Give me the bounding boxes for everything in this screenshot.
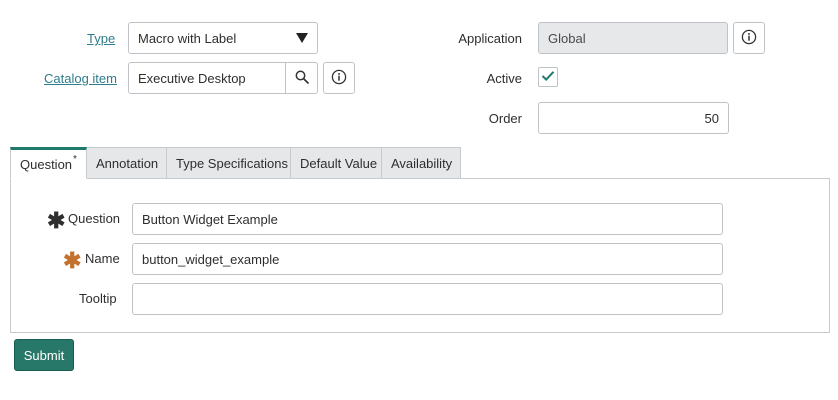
tab-type-specifications[interactable]: Type Specifications — [167, 147, 291, 179]
question-tab-panel: ✱ Question Button Widget Example ✱ Name … — [10, 178, 830, 333]
catalog-item-value: Executive Desktop — [138, 70, 246, 86]
tab-default-value[interactable]: Default Value — [291, 147, 382, 179]
order-label: Order — [488, 111, 522, 126]
tab-question[interactable]: Question * — [10, 147, 87, 179]
application-field: Global — [538, 22, 728, 54]
checkmark-icon — [541, 70, 555, 85]
caret-down-icon — [296, 31, 308, 46]
form-tabs: Question * Annotation Type Specification… — [10, 147, 461, 179]
tab-type-specifications-label: Type Specifications — [176, 155, 289, 171]
catalog-item-input[interactable]: Executive Desktop — [128, 62, 286, 94]
type-select-value: Macro with Label — [138, 30, 237, 46]
required-asterisk-icon: ✱ — [47, 208, 66, 233]
type-select[interactable]: Macro with Label — [128, 22, 318, 54]
tooltip-label: Tooltip — [79, 291, 117, 306]
tab-annotation[interactable]: Annotation — [87, 147, 167, 179]
tab-default-value-label: Default Value — [300, 155, 378, 171]
order-input[interactable]: 50 — [538, 102, 729, 134]
application-label: Application — [458, 31, 522, 46]
name-label: Name — [85, 251, 120, 266]
question-input-value: Button Widget Example — [142, 211, 278, 227]
name-input-value: button_widget_example — [142, 251, 280, 267]
tab-required-mark: * — [73, 153, 77, 165]
catalog-search-button[interactable] — [285, 62, 318, 94]
search-icon — [295, 70, 309, 87]
tab-availability[interactable]: Availability — [382, 147, 461, 179]
required-asterisk-icon: ✱ — [63, 248, 82, 273]
tab-availability-label: Availability — [391, 155, 453, 171]
active-label: Active — [486, 71, 522, 86]
application-value: Global — [548, 30, 586, 46]
application-info-button[interactable] — [733, 22, 765, 54]
order-value: 50 — [704, 110, 719, 126]
tab-annotation-label: Annotation — [96, 155, 159, 171]
info-icon — [741, 29, 757, 48]
type-label[interactable]: Type — [87, 31, 115, 46]
catalog-info-button[interactable] — [323, 62, 355, 94]
catalog-item-label[interactable]: Catalog item — [44, 71, 117, 86]
info-icon — [331, 69, 347, 88]
tab-question-label: Question — [20, 156, 73, 172]
question-label: Question — [68, 211, 121, 226]
tooltip-input[interactable] — [132, 283, 723, 315]
question-input[interactable]: Button Widget Example — [132, 203, 723, 235]
active-checkbox[interactable] — [538, 67, 558, 87]
name-input[interactable]: button_widget_example — [132, 243, 723, 275]
submit-button[interactable]: Submit — [14, 339, 74, 371]
